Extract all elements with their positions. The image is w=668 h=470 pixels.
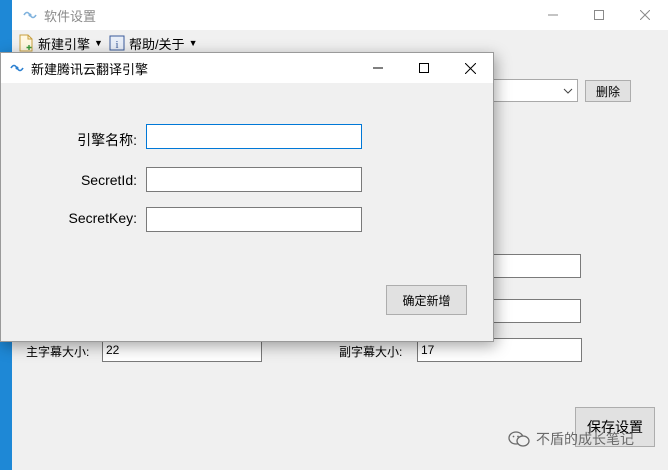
main-subtitle-size-label: 主字幕大小: xyxy=(26,345,90,359)
minimize-button[interactable] xyxy=(530,0,576,30)
maximize-button[interactable] xyxy=(576,0,622,30)
dialog-titlebar: 新建腾讯云翻译引擎 xyxy=(1,53,493,83)
engine-name-label: 引擎名称: xyxy=(77,132,137,148)
dialog-title: 新建腾讯云翻译引擎 xyxy=(31,61,149,77)
setting-field[interactable] xyxy=(480,254,581,278)
app-logo-icon xyxy=(9,60,25,76)
settings-title: 软件设置 xyxy=(44,8,97,24)
settings-titlebar: 软件设置 xyxy=(12,0,668,30)
new-file-icon xyxy=(18,34,34,52)
new-engine-dialog: 新建腾讯云翻译引擎 引擎名称: SecretId: SecretKey: 确定新… xyxy=(0,52,494,342)
maximize-button[interactable] xyxy=(401,53,447,83)
help-menu[interactable]: i 帮助/关于 ▼ xyxy=(109,32,198,54)
sub-subtitle-size-label: 副字幕大小: xyxy=(339,345,403,359)
close-button[interactable] xyxy=(622,0,668,30)
minimize-button[interactable] xyxy=(355,53,401,83)
setting-field[interactable] xyxy=(480,299,581,323)
engine-select[interactable] xyxy=(480,79,578,102)
info-icon: i xyxy=(109,34,125,52)
chevron-down-icon xyxy=(563,84,573,94)
close-button[interactable] xyxy=(447,53,493,83)
delete-button[interactable]: 删除 xyxy=(585,80,631,102)
watermark-text: 不盾的成长笔记 xyxy=(536,431,634,447)
new-engine-label: 新建引擎 xyxy=(38,36,91,52)
watermark: 不盾的成长笔记 xyxy=(508,429,634,449)
help-label: 帮助/关于 xyxy=(128,36,185,52)
new-engine-menu[interactable]: 新建引擎 ▼ xyxy=(18,32,103,54)
secret-key-input[interactable] xyxy=(146,207,362,232)
app-logo-icon xyxy=(22,7,38,23)
confirm-add-button[interactable]: 确定新增 xyxy=(386,285,467,315)
wechat-icon xyxy=(508,430,530,448)
secret-key-label: SecretKey: xyxy=(68,210,137,226)
secret-id-label: SecretId: xyxy=(80,172,137,188)
chevron-down-icon: ▼ xyxy=(188,38,198,48)
engine-name-input[interactable] xyxy=(146,124,362,149)
secret-id-input[interactable] xyxy=(146,167,362,192)
chevron-down-icon: ▼ xyxy=(94,38,103,48)
svg-text:i: i xyxy=(115,39,118,51)
